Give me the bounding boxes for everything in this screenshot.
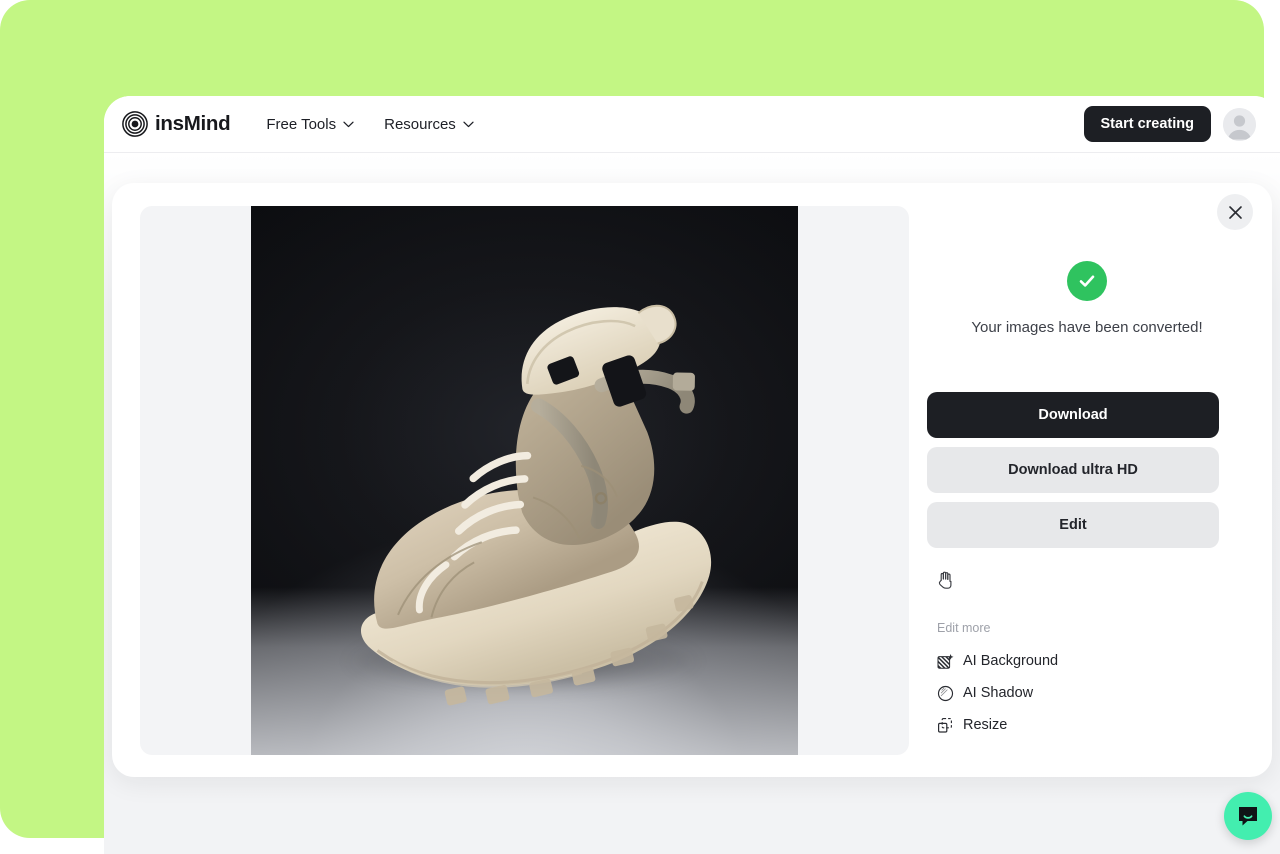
avatar[interactable] <box>1223 107 1256 141</box>
result-image[interactable] <box>251 206 798 755</box>
nav-item-free-tools[interactable]: Free Tools <box>266 116 354 133</box>
edit-more-item-label: AI Background <box>963 653 1059 669</box>
sneaker-boot-illustration <box>361 304 712 706</box>
edit-button[interactable]: Edit <box>927 502 1219 548</box>
edit-more-label: Edit more <box>937 621 991 635</box>
edit-more-item-resize[interactable]: Resize <box>937 709 1247 741</box>
browser-window: insMind Free Tools Resources Start creat… <box>104 96 1280 854</box>
status-badge <box>1067 261 1107 301</box>
main-nav: Free Tools Resources <box>266 116 474 133</box>
edit-more-section: Edit more AI Background AI Shadow Resize <box>937 621 1247 741</box>
start-creating-button[interactable]: Start creating <box>1083 106 1211 142</box>
screenshot-root: insMind Free Tools Resources Start creat… <box>0 0 1280 854</box>
image-preview-pane[interactable] <box>140 206 909 755</box>
default-user-avatar-icon <box>1223 107 1256 141</box>
concentric-circles-logo-icon <box>122 111 148 137</box>
ai-shadow-icon <box>937 685 954 701</box>
edit-more-item-label: Resize <box>963 717 1008 733</box>
action-button-group: Download Download ultra HD Edit <box>927 392 1247 548</box>
download-ultra-hd-button[interactable]: Download ultra HD <box>927 447 1219 493</box>
chat-launcher-button[interactable] <box>1224 792 1272 840</box>
grab-hand-icon[interactable] <box>937 569 955 589</box>
resize-icon <box>938 717 952 733</box>
edit-more-item-ai-shadow[interactable]: AI Shadow <box>937 677 1247 709</box>
nav-item-resources[interactable]: Resources <box>384 116 474 133</box>
chevron-down-icon <box>343 121 354 127</box>
header-actions: Start creating <box>1083 106 1256 142</box>
brand-name: insMind <box>155 112 231 135</box>
action-panel: Your images have been converted! Downloa… <box>927 206 1247 741</box>
nav-item-label: Resources <box>384 115 456 133</box>
brand-logo[interactable]: insMind <box>122 111 231 137</box>
check-circle-icon <box>1079 275 1095 287</box>
edit-more-item-label: AI Shadow <box>963 685 1034 701</box>
download-button[interactable]: Download <box>927 392 1219 438</box>
site-header: insMind Free Tools Resources Start creat… <box>104 96 1280 153</box>
ai-background-icon <box>937 653 954 669</box>
page-body: Your images have been converted! Downloa… <box>104 153 1280 854</box>
status-block: Your images have been converted! <box>927 206 1247 336</box>
chevron-down-icon <box>463 121 474 127</box>
chat-bubble-icon <box>1239 807 1257 826</box>
edit-more-item-ai-background[interactable]: AI Background <box>937 645 1247 677</box>
result-modal: Your images have been converted! Downloa… <box>112 183 1272 777</box>
nav-item-label: Free Tools <box>266 115 337 133</box>
status-message: Your images have been converted! <box>971 319 1203 336</box>
